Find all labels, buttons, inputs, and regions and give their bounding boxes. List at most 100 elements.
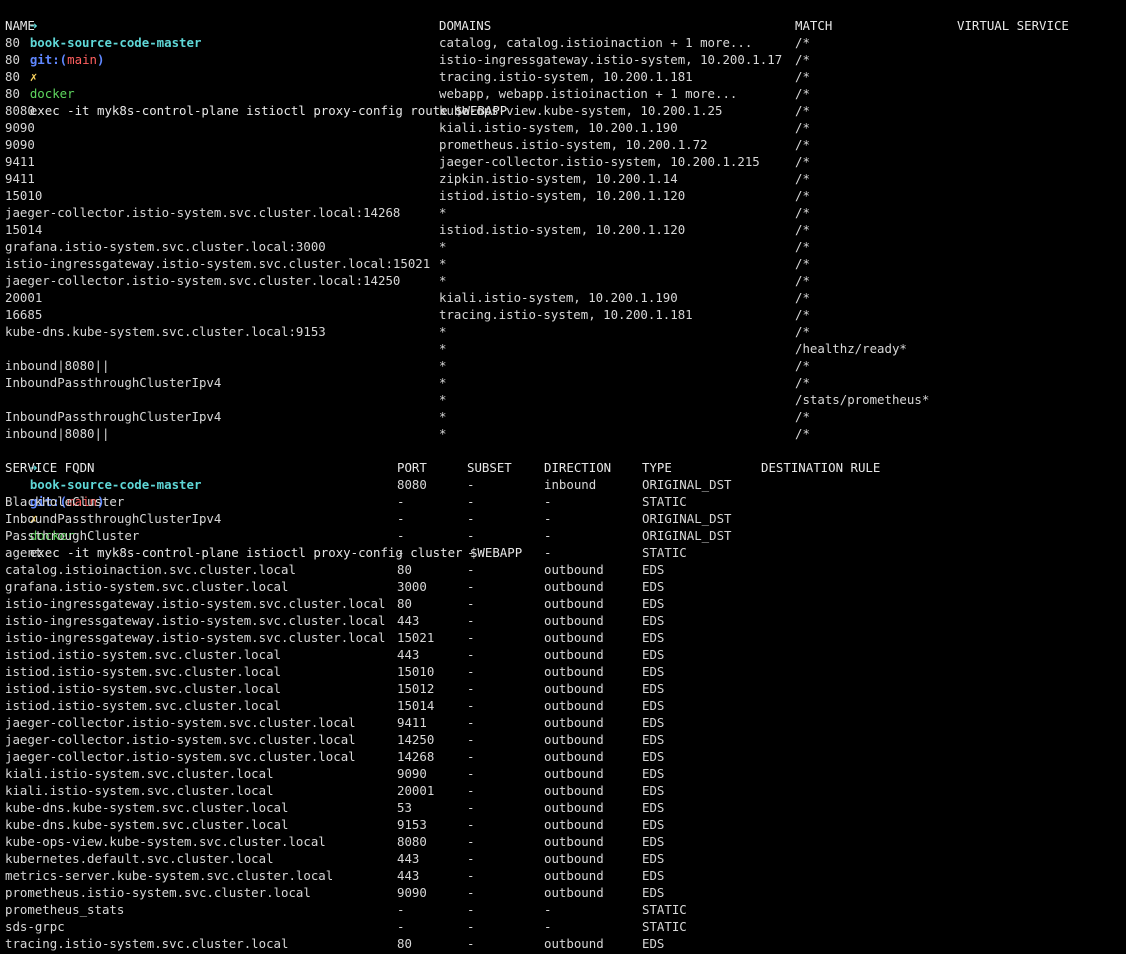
port-cell: 80 — [397, 596, 412, 611]
direction-cell: outbound — [544, 851, 604, 866]
route-match-cell: /* — [795, 239, 810, 254]
header-service-fqdn: SERVICE FQDN — [5, 460, 95, 475]
cluster-row: agent - - - STATIC — [0, 544, 1126, 561]
route-match-cell: /* — [795, 358, 810, 373]
port-cell: - — [397, 545, 405, 560]
route-name-cell: 80 — [5, 35, 20, 50]
cluster-row: kube-dns.kube-system.svc.cluster.local 53… — [0, 799, 1126, 816]
port-cell: 14268 — [397, 749, 435, 764]
service-fqdn-cell: istiod.istio-system.svc.cluster.local — [5, 698, 282, 713]
service-fqdn-cell: catalog.istioinaction.svc.cluster.local — [5, 562, 296, 577]
direction-cell: outbound — [544, 579, 604, 594]
direction-cell: inbound — [544, 477, 597, 492]
service-fqdn-cell: istio-ingressgateway.istio-system.svc.cl… — [5, 596, 386, 611]
route-row: 9090 prometheus.istio-system, 10.200.1.72… — [0, 136, 1126, 153]
subset-cell: - — [467, 596, 475, 611]
subset-cell: - — [467, 545, 475, 560]
header-name: NAME — [5, 18, 35, 33]
route-domains-cell: * — [439, 256, 447, 271]
cluster-row: istio-ingressgateway.istio-system.svc.cl… — [0, 612, 1126, 629]
subset-cell: - — [467, 800, 475, 815]
route-name-cell: 80 — [5, 86, 20, 101]
port-cell: 80 — [397, 562, 412, 577]
route-row: jaeger-collector.istio-system.svc.cluste… — [0, 204, 1126, 221]
service-fqdn-cell: tracing.istio-system.svc.cluster.local — [5, 936, 289, 951]
subset-cell: - — [467, 817, 475, 832]
service-fqdn-cell: istiod.istio-system.svc.cluster.local — [5, 681, 282, 696]
port-cell: - — [397, 528, 405, 543]
route-match-cell: /* — [795, 273, 810, 288]
service-fqdn-cell: kube-dns.kube-system.svc.cluster.local — [5, 817, 289, 832]
port-cell: 15014 — [397, 698, 435, 713]
subset-cell: - — [467, 732, 475, 747]
service-fqdn-cell: prometheus.istio-system.svc.cluster.loca… — [5, 885, 311, 900]
subset-cell: - — [467, 630, 475, 645]
service-fqdn-cell: kiali.istio-system.svc.cluster.local — [5, 766, 274, 781]
direction-cell: outbound — [544, 817, 604, 832]
route-row: 80 catalog, catalog.istioinaction + 1 mor… — [0, 34, 1126, 51]
cluster-row: istiod.istio-system.svc.cluster.local 150… — [0, 663, 1126, 680]
route-table-header: NAME DOMAINS MATCH VIRTUAL SERVICE — [0, 17, 1126, 34]
route-name-cell: 9090 — [5, 120, 35, 135]
subset-cell: - — [467, 664, 475, 679]
route-row: 9090 kiali.istio-system, 10.200.1.190 /* — [0, 119, 1126, 136]
route-domains-cell: tracing.istio-system, 10.200.1.181 — [439, 307, 693, 322]
service-fqdn-cell: jaeger-collector.istio-system.svc.cluste… — [5, 732, 356, 747]
route-domains-cell: istiod.istio-system, 10.200.1.120 — [439, 188, 686, 203]
route-name-cell: 8080 — [5, 103, 35, 118]
route-match-cell: /* — [795, 120, 810, 135]
terminal-window[interactable]: ➜ book-source-code-master git:(main) ✗ d… — [0, 0, 1126, 954]
route-domains-cell: * — [439, 392, 447, 407]
type-cell: EDS — [642, 766, 665, 781]
type-cell: EDS — [642, 664, 665, 679]
route-domains-cell: istiod.istio-system, 10.200.1.120 — [439, 222, 686, 237]
direction-cell: outbound — [544, 698, 604, 713]
route-domains-cell: zipkin.istio-system, 10.200.1.14 — [439, 171, 678, 186]
direction-cell: outbound — [544, 834, 604, 849]
type-cell: EDS — [642, 681, 665, 696]
header-destination-rule: DESTINATION RULE — [761, 460, 881, 475]
route-name-cell: 9411 — [5, 154, 35, 169]
route-match-cell: /* — [795, 205, 810, 220]
subset-cell: - — [467, 494, 475, 509]
route-domains-cell: webapp, webapp.istioinaction + 1 more... — [439, 86, 738, 101]
route-table-body: 80 catalog, catalog.istioinaction + 1 mor… — [0, 34, 1126, 442]
type-cell: EDS — [642, 630, 665, 645]
route-name-cell: istio-ingressgateway.istio-system.svc.cl… — [5, 256, 431, 271]
route-row: InboundPassthroughClusterIpv4 * /* — [0, 374, 1126, 391]
type-cell: EDS — [642, 698, 665, 713]
prompt-line-route: ➜ book-source-code-master git:(main) ✗ d… — [0, 0, 1126, 118]
route-match-cell: /* — [795, 171, 810, 186]
type-cell: EDS — [642, 936, 665, 951]
header-direction: DIRECTION — [544, 460, 612, 475]
type-cell: EDS — [642, 851, 665, 866]
cluster-row: istiod.istio-system.svc.cluster.local 150… — [0, 697, 1126, 714]
cluster-row: InboundPassthroughClusterIpv4 - - - ORIGINAL… — [0, 510, 1126, 527]
route-domains-cell: * — [439, 341, 447, 356]
port-cell: 9411 — [397, 715, 427, 730]
subset-cell: - — [467, 698, 475, 713]
type-cell: EDS — [642, 715, 665, 730]
cluster-row: catalog.istioinaction.svc.cluster.local 8… — [0, 561, 1126, 578]
direction-cell: - — [544, 528, 552, 543]
type-cell: EDS — [642, 800, 665, 815]
route-match-cell: /* — [795, 137, 810, 152]
route-domains-cell: * — [439, 426, 447, 441]
cluster-row: istiod.istio-system.svc.cluster.local 443… — [0, 646, 1126, 663]
route-match-cell: /stats/prometheus* — [795, 392, 930, 407]
service-fqdn-cell: sds-grpc — [5, 919, 65, 934]
cluster-row: istio-ingressgateway.istio-system.svc.cl… — [0, 629, 1126, 646]
type-cell: EDS — [642, 817, 665, 832]
port-cell: 15021 — [397, 630, 435, 645]
cluster-row: jaeger-collector.istio-system.svc.cluste… — [0, 714, 1126, 731]
route-domains-cell: * — [439, 409, 447, 424]
service-fqdn-cell: kube-ops-view.kube-system.svc.cluster.lo… — [5, 834, 326, 849]
route-row: 80 istio-ingressgateway.istio-system, 10.… — [0, 51, 1126, 68]
subset-cell: - — [467, 868, 475, 883]
route-match-cell: /* — [795, 290, 810, 305]
port-cell: 443 — [397, 851, 420, 866]
port-cell: 15012 — [397, 681, 435, 696]
port-cell: - — [397, 494, 405, 509]
port-cell: 8080 — [397, 834, 427, 849]
service-fqdn-cell: kiali.istio-system.svc.cluster.local — [5, 783, 274, 798]
